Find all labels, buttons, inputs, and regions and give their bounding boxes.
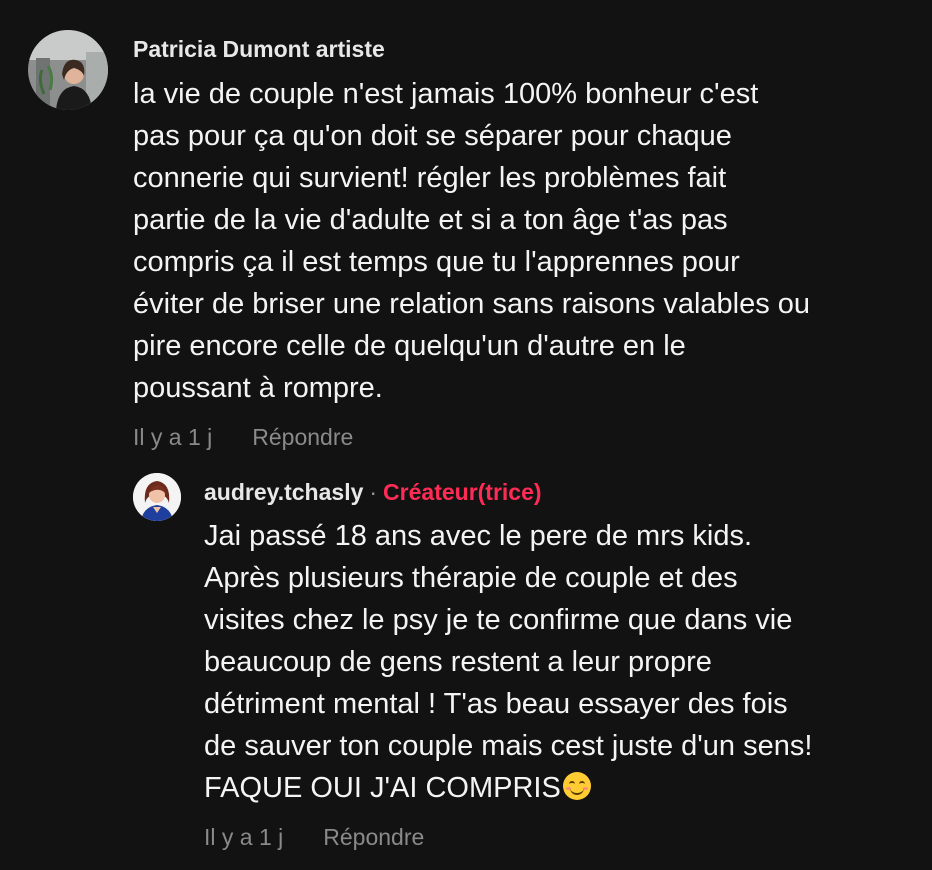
comment-text: la vie de couple n'est jamais 100% bonhe… bbox=[133, 78, 811, 404]
comment: Patricia Dumont artiste la vie de couple… bbox=[0, 0, 932, 460]
reply-avatar[interactable] bbox=[133, 473, 181, 521]
reply-timestamp: Il y a 1 j bbox=[204, 824, 284, 850]
reply-reply-button[interactable]: Répondre bbox=[323, 824, 424, 850]
reply-text-block: Jai passé 18 ans avec le pere de mrs kid… bbox=[204, 515, 924, 809]
reply-comment: audrey.tchasly · Créateur(trice) Jai passé… bbox=[0, 460, 932, 870]
avatar-photo bbox=[28, 30, 108, 110]
comment-author[interactable]: Patricia Dumont artiste bbox=[133, 36, 385, 63]
separator-dot: · bbox=[369, 479, 378, 505]
comment-timestamp: Il y a 1 j bbox=[133, 424, 213, 450]
reply-button[interactable]: Répondre bbox=[252, 424, 353, 450]
avatar[interactable] bbox=[28, 30, 108, 110]
creator-badge: Créateur(trice) bbox=[383, 479, 542, 505]
reply-meta: Il y a 1 j Répondre bbox=[204, 824, 424, 851]
reply-avatar-photo bbox=[133, 473, 181, 521]
reply-text: Jai passé 18 ans avec le pere de mrs kid… bbox=[204, 520, 813, 804]
reply-author-line: audrey.tchasly · Créateur(trice) bbox=[204, 479, 542, 506]
comment-meta: Il y a 1 j Répondre bbox=[133, 424, 353, 451]
reply-author[interactable]: audrey.tchasly bbox=[204, 479, 363, 505]
smiling-face-emoji-icon bbox=[562, 772, 591, 800]
